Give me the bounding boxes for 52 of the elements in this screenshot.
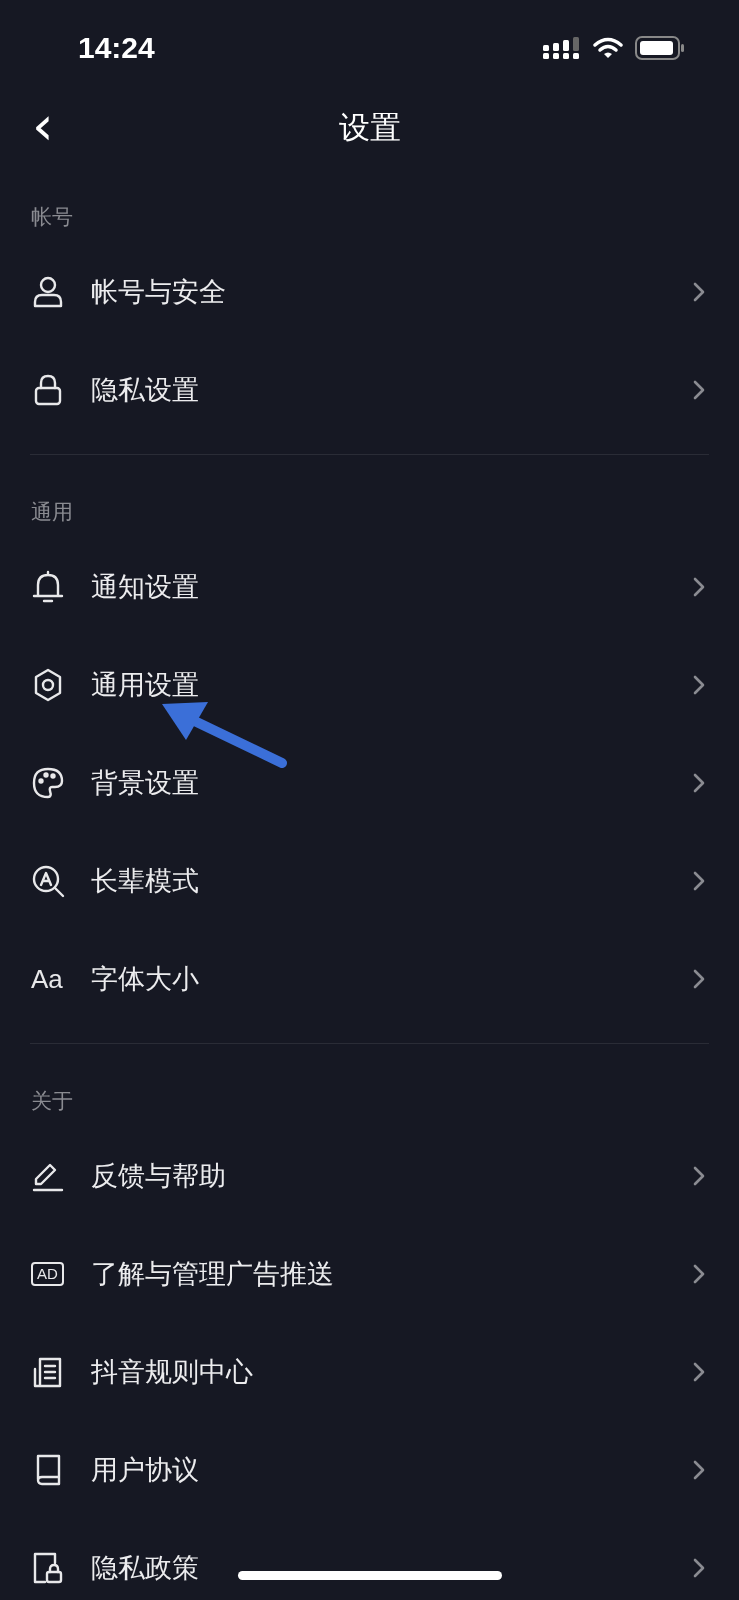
chevron-icon xyxy=(693,969,705,989)
page-title: 设置 xyxy=(338,107,401,147)
row-label: 通用设置 xyxy=(91,668,199,702)
settings-row[interactable]: 背景设置 xyxy=(0,734,739,832)
person-icon xyxy=(31,275,65,309)
row-label: 长辈模式 xyxy=(91,864,199,898)
signal-icon xyxy=(543,36,581,59)
font-size-icon: Aa xyxy=(31,963,63,995)
settings-row[interactable]: 通用设置 xyxy=(0,636,739,734)
row-label: 帐号与安全 xyxy=(91,275,226,309)
settings-row[interactable]: 用户协议 xyxy=(0,1421,739,1519)
row-label: 隐私政策 xyxy=(91,1551,199,1585)
chevron-icon xyxy=(693,1558,705,1578)
settings-row[interactable]: 隐私政策 xyxy=(0,1519,739,1600)
settings-row[interactable]: Aa 字体大小 xyxy=(0,930,739,1028)
chevron-icon xyxy=(693,1460,705,1480)
section-label: 帐号 xyxy=(30,204,74,231)
chevron-icon xyxy=(693,577,705,597)
row-label: 隐私设置 xyxy=(91,373,199,407)
settings-row[interactable]: 隐私设置 xyxy=(0,341,739,439)
settings-row[interactable]: 长辈模式 xyxy=(0,832,739,930)
chevron-icon xyxy=(693,773,705,793)
section-label: 通用 xyxy=(30,499,74,526)
chevron-icon xyxy=(693,380,705,400)
chevron-icon xyxy=(693,871,705,891)
status-time: 14:24 xyxy=(78,30,155,65)
row-label: 通知设置 xyxy=(91,570,199,604)
ad-icon: AD xyxy=(31,1262,64,1286)
palette-icon xyxy=(31,766,65,800)
settings-row[interactable]: 抖音规则中心 xyxy=(0,1323,739,1421)
row-label: 背景设置 xyxy=(91,766,199,800)
chevron-icon xyxy=(693,282,705,302)
row-label: 了解与管理广告推送 xyxy=(91,1257,334,1291)
settings-row[interactable]: AD 了解与管理广告推送 xyxy=(0,1225,739,1323)
row-label: 反馈与帮助 xyxy=(91,1159,226,1193)
settings-row[interactable]: 反馈与帮助 xyxy=(0,1127,739,1225)
row-label: 用户协议 xyxy=(91,1453,199,1487)
chevron-icon xyxy=(693,1264,705,1284)
chevron-icon xyxy=(693,1166,705,1186)
file-lock-icon xyxy=(31,1551,65,1585)
row-label: 字体大小 xyxy=(91,962,199,996)
bell-icon xyxy=(31,570,65,604)
search-icon xyxy=(31,864,65,898)
back-button[interactable]: ‹ xyxy=(24,99,62,153)
settings-row[interactable]: 帐号与安全 xyxy=(0,243,739,341)
row-label: 抖音规则中心 xyxy=(91,1355,253,1389)
chevron-icon xyxy=(693,675,705,695)
settings-row[interactable]: 通知设置 xyxy=(0,538,739,636)
wifi-icon xyxy=(593,36,623,59)
chevron-icon xyxy=(693,1362,705,1382)
section-label: 关于 xyxy=(30,1088,74,1115)
battery-icon xyxy=(635,35,685,60)
